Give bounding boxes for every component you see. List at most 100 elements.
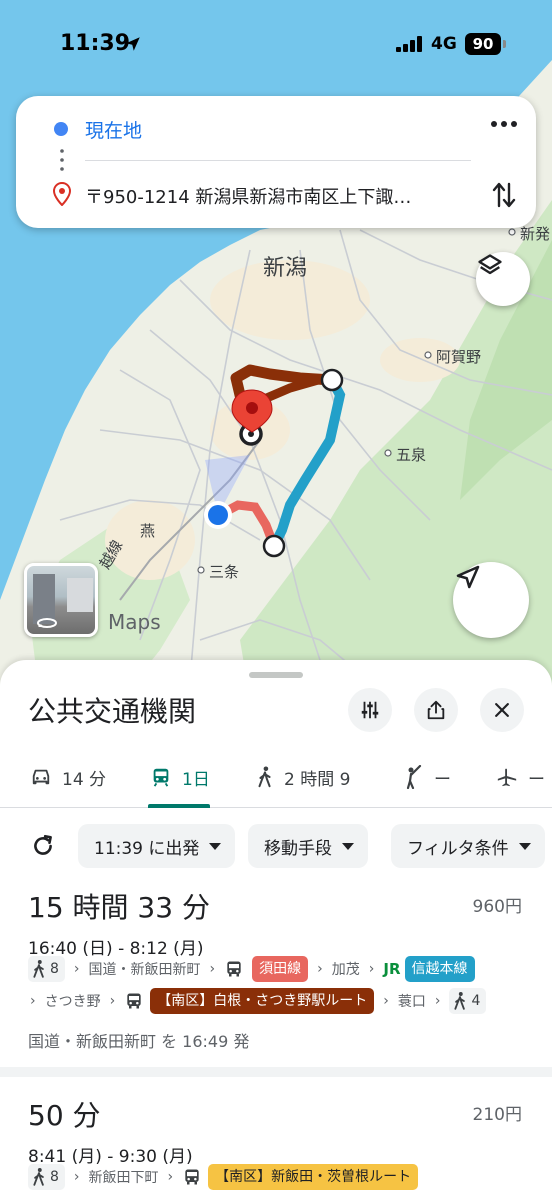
depart-time-label: 11:39 に出発: [94, 838, 200, 859]
chevron-down-icon: [518, 842, 531, 850]
chevron-down-icon: [209, 842, 222, 850]
chevron-right-icon: ›: [73, 961, 80, 977]
chevron-right-icon: ›: [73, 1169, 80, 1185]
map-label-gosen: 五泉: [396, 446, 427, 464]
route-option[interactable]: 50 分 210円 8:41 (月) - 9:30 (月) 8 › 新飯田下町 …: [0, 1094, 552, 1200]
active-tab-indicator: [148, 804, 210, 808]
chevron-right-icon: ›: [368, 961, 375, 977]
transfer-point: [262, 534, 286, 558]
tab-walking-label: 2 時間 9: [284, 769, 351, 790]
sheet-title: 公共交通機関: [28, 695, 197, 728]
rail-line-badge: 信越本線: [404, 956, 475, 982]
stop-name: 新飯田下町: [88, 1170, 159, 1186]
share-button[interactable]: [414, 688, 458, 732]
tab-ride-hailing[interactable]: ー: [402, 762, 451, 792]
map-label-niigata: 新潟: [263, 256, 308, 281]
layers-button[interactable]: [476, 252, 530, 306]
more-options-icon[interactable]: [490, 118, 518, 130]
route-steps-line-1: 8 › 国道・新飯田新町 › 須田線 › 加茂 › JR 信越本線: [28, 956, 475, 982]
status-bar: 11:39 4G 90: [0, 0, 552, 90]
tab-ride-hailing-label: ー: [434, 769, 451, 790]
chevron-right-icon: ›: [434, 993, 441, 1009]
options-button[interactable]: [348, 688, 392, 732]
tab-transit-label: 1日: [182, 769, 210, 790]
tab-flight-label: ー: [528, 769, 545, 790]
route-steps-line-1: 8 › 新飯田下町 › 【南区】新飯田・茨曽根ルート: [28, 1164, 419, 1190]
chevron-right-icon: ›: [317, 961, 323, 977]
map-label-tsubame: 燕: [140, 522, 156, 540]
transfer-point: [320, 368, 344, 392]
walk-icon: [33, 960, 44, 978]
cellular-signal-icon: [396, 36, 422, 52]
bus-icon: [185, 1169, 199, 1185]
tab-walking[interactable]: 2 時間 9: [256, 762, 350, 792]
travel-mode-tabs: 14 分 1日 2 時間 9 ー ー: [0, 746, 552, 808]
route-duration: 50 分: [28, 1099, 101, 1132]
refresh-icon[interactable]: [30, 833, 56, 859]
filter-chips: 11:39 に出発 移動手段 フィルタ条件: [0, 824, 552, 870]
chevron-right-icon: ›: [209, 961, 216, 977]
chevron-right-icon: ›: [109, 993, 116, 1009]
destination-pin-icon: [52, 182, 72, 206]
car-icon: [32, 769, 50, 785]
route-duration: 15 時間 33 分: [28, 891, 210, 924]
hail-icon: [406, 765, 422, 789]
map-label-agano: 阿賀野: [436, 348, 482, 366]
chevron-right-icon: ›: [383, 993, 389, 1009]
walk-minutes: 8: [50, 1169, 59, 1185]
battery-icon: 90: [465, 33, 507, 55]
walk-step: 8: [28, 956, 65, 982]
recenter-button[interactable]: [453, 562, 529, 638]
chevron-right-icon: ›: [167, 1169, 174, 1185]
filters-label: フィルタ条件: [407, 838, 509, 859]
stop-name: 加茂: [331, 962, 360, 978]
chevron-down-icon: [342, 842, 354, 850]
walk-icon: [454, 992, 466, 1010]
bus-line-badge: 【南区】新飯田・茨曽根ルート: [208, 1164, 419, 1190]
origin-dot-icon: [54, 122, 68, 136]
route-fare: 960円: [472, 897, 522, 917]
train-icon: [153, 768, 169, 787]
tab-transit[interactable]: 1日: [150, 762, 210, 792]
map-label-shinhatsuda: 新発: [520, 225, 551, 243]
directions-search-card: 現在地 〒950-1214 新潟県新潟市南区上下諏…: [16, 96, 536, 228]
rotate-360-icon: [37, 618, 57, 628]
sheet-grabber[interactable]: [249, 672, 303, 678]
street-view-thumbnail[interactable]: [24, 563, 98, 637]
bus-line-badge: 【南区】白根・さつき野駅ルート: [150, 988, 375, 1014]
transit-modes-chip[interactable]: 移動手段: [248, 824, 368, 868]
chevron-right-icon: ›: [30, 993, 36, 1009]
departure-info: 国道・新飯田新町 を 16:49 発: [28, 1032, 250, 1051]
swap-icon[interactable]: [490, 180, 518, 210]
origin-field[interactable]: 現在地: [85, 116, 142, 143]
airplane-icon: [497, 768, 517, 787]
layers-icon: [478, 254, 502, 275]
walk-step: 8: [28, 1164, 65, 1190]
route-separator: [0, 1067, 552, 1077]
route-option[interactable]: 15 時間 33 分 960円 16:40 (日) - 8:12 (月) 8 ›…: [0, 886, 552, 1066]
tab-flight[interactable]: ー: [496, 762, 545, 792]
walk-icon: [33, 1168, 44, 1186]
depart-time-chip[interactable]: 11:39 に出発: [78, 824, 236, 868]
close-button[interactable]: [480, 688, 524, 732]
destination-field[interactable]: 〒950-1214 新潟県新潟市南区上下諏…: [85, 183, 465, 209]
walk-step: 4: [449, 988, 487, 1014]
filters-chip[interactable]: フィルタ条件: [391, 824, 545, 868]
battery-level: 90: [465, 33, 501, 55]
stop-name: 国道・新飯田新町: [88, 962, 201, 978]
walk-minutes: 8: [50, 961, 59, 977]
walk-minutes: 4: [471, 993, 481, 1009]
route-fare: 210円: [472, 1105, 522, 1125]
maps-logo: Maps: [108, 610, 161, 634]
location-arrow-icon: [126, 37, 140, 51]
bus-icon: [127, 993, 141, 1009]
tab-driving[interactable]: 14 分: [30, 762, 106, 792]
navigation-arrow-icon: [456, 565, 480, 589]
route-connector-dots: [60, 149, 64, 171]
bus-icon: [227, 961, 241, 977]
search-divider: [85, 160, 471, 161]
tab-driving-label: 14 分: [62, 769, 107, 790]
close-icon: [495, 703, 509, 717]
bus-line-badge: 須田線: [252, 956, 309, 982]
transit-modes-label: 移動手段: [264, 838, 332, 859]
